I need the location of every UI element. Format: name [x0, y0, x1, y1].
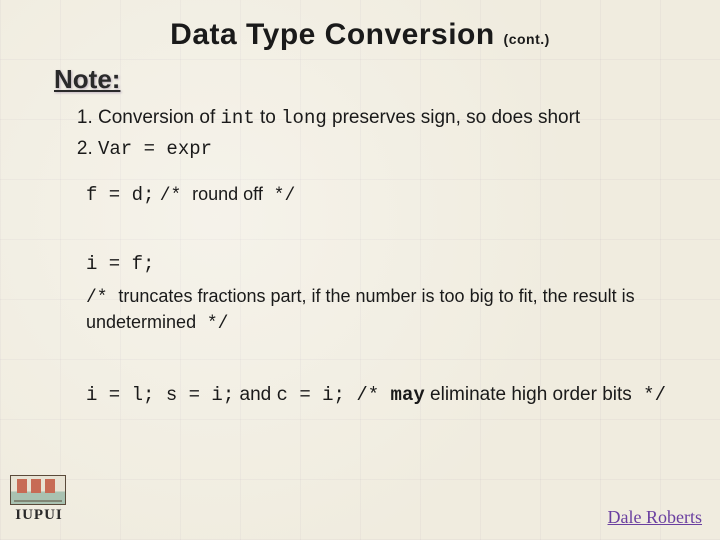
- p1-suffix: preserves sign, so does short: [327, 107, 580, 128]
- logo-graphic: [10, 475, 66, 505]
- note-heading: Note:: [54, 64, 720, 95]
- page-title: Data Type Conversion (cont.): [0, 0, 720, 52]
- comment-open: /*: [345, 384, 391, 406]
- logo-text: IUPUI: [10, 507, 68, 524]
- ex3-c3: c = i;: [277, 384, 345, 406]
- note-list: Conversion of int to long preserves sign…: [78, 105, 666, 162]
- content-area: Conversion of int to long preserves sign…: [78, 105, 666, 409]
- ex1-comment: /* round off */: [160, 184, 296, 204]
- ex3-c1: i = l;: [86, 384, 154, 406]
- example-1: f = d; /* round off */: [86, 182, 666, 209]
- p1-prefix: Conversion of: [98, 107, 221, 128]
- p1-mid: to: [255, 107, 281, 128]
- list-item: Conversion of int to long preserves sign…: [98, 105, 666, 132]
- p2-code: Var = expr: [98, 138, 212, 160]
- comment-open: /*: [160, 186, 192, 206]
- ex3-c2: s = i;: [154, 384, 234, 406]
- author-name: Dale Roberts: [608, 507, 702, 528]
- comment-text: eliminate high order bits: [425, 384, 632, 405]
- ex2-comment: /* truncates fractions part, if the numb…: [86, 284, 666, 337]
- example-2: i = f;: [86, 251, 666, 278]
- ex2-code: i = f;: [86, 253, 154, 275]
- comment-text: round off: [192, 184, 263, 204]
- example-3: i = l; s = i; and c = i; /* may eliminat…: [86, 382, 666, 409]
- comment-close: */: [632, 384, 666, 406]
- ex3-and: and: [234, 384, 276, 405]
- iupui-logo: IUPUI: [10, 475, 68, 524]
- p1-code-long: long: [281, 107, 327, 129]
- p1-code-int: int: [221, 107, 255, 129]
- title-main: Data Type Conversion: [170, 18, 495, 51]
- comment-close: */: [196, 314, 228, 334]
- comment-open: /*: [86, 288, 118, 308]
- comment-text: truncates fractions part, if the number …: [86, 286, 635, 332]
- comment-close: */: [263, 186, 295, 206]
- title-cont: (cont.): [504, 31, 550, 47]
- list-item: Var = expr: [98, 136, 666, 163]
- ex3-may: may: [391, 384, 425, 406]
- ex1-code: f = d;: [86, 184, 154, 206]
